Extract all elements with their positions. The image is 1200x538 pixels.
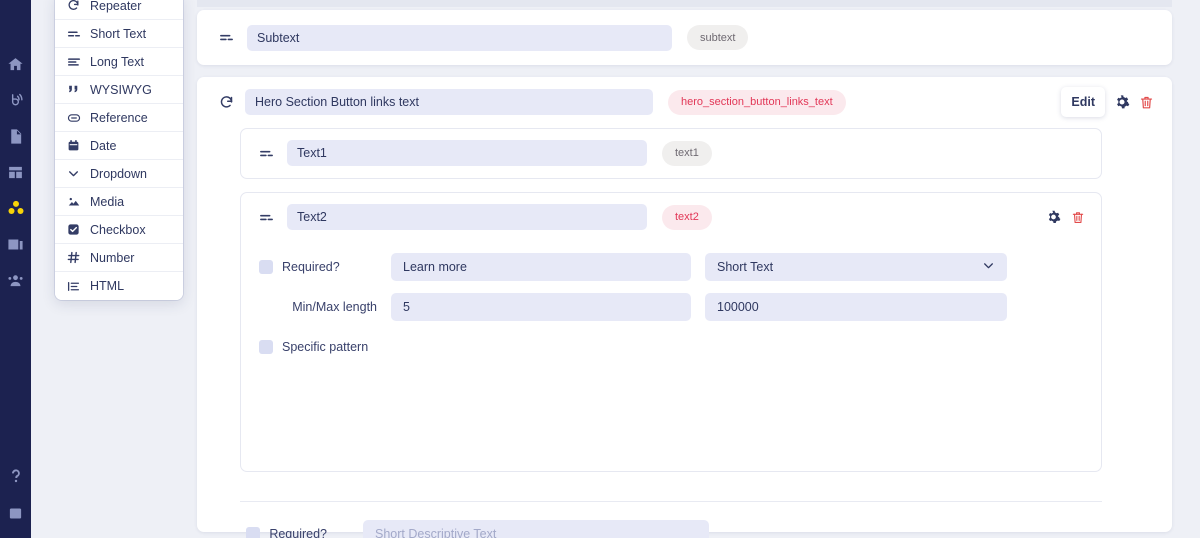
field-type-select[interactable]: Short Text xyxy=(705,253,1007,281)
field-group-hero-section: Hero Section Button links text hero_sect… xyxy=(197,77,1172,538)
subtext-slug-badge: subtext xyxy=(687,25,749,50)
bottom-description-input[interactable]: Short Descriptive Text xyxy=(363,520,709,538)
repeater-settings: Required? Short Descriptive Text Min/Max… xyxy=(197,514,1172,538)
type-item-reference[interactable]: Reference xyxy=(55,104,183,132)
max-length-input[interactable]: 100000 xyxy=(705,293,1007,321)
text2-row-actions xyxy=(1046,210,1085,225)
primary-nav-rail xyxy=(0,0,31,538)
required-label-group: Required? xyxy=(259,260,387,274)
type-item-label: Short Text xyxy=(90,26,147,41)
hero-slug-badge: hero_section_button_links_text xyxy=(668,89,846,115)
panel-icon[interactable] xyxy=(0,496,31,530)
broadcast-icon[interactable] xyxy=(0,82,31,118)
short-text-icon xyxy=(219,30,239,45)
setting-row-minmax-length: Min/Max length 5 100000 xyxy=(259,287,1083,327)
min-length-input[interactable]: 5 xyxy=(391,293,691,321)
main-content: Subtext subtext Hero Section Button link… xyxy=(197,0,1172,538)
type-item-html[interactable]: HTML xyxy=(55,272,183,300)
field-type-menu[interactable]: Repeater Short Text Long Text WYSIWYG Re… xyxy=(55,0,183,300)
chevron-down-icon xyxy=(66,166,81,181)
bottom-row-required: Required? Short Descriptive Text xyxy=(197,514,1172,538)
repeat-icon xyxy=(219,95,239,110)
bottom-required-label-group: Required? xyxy=(197,527,337,538)
text1-header: Text1 text1 xyxy=(241,129,1101,177)
type-item-short-text[interactable]: Short Text xyxy=(55,20,183,48)
pattern-checkbox[interactable] xyxy=(259,340,273,354)
repeat-icon xyxy=(66,0,81,13)
grid-icon[interactable] xyxy=(0,154,31,190)
short-text-icon xyxy=(259,146,279,161)
hero-row-actions: Edit xyxy=(1061,87,1154,117)
text1-name-input[interactable]: Text1 xyxy=(287,140,647,166)
list-icon xyxy=(66,279,81,294)
type-item-label: Date xyxy=(90,138,117,153)
setting-row-pattern: Specific pattern xyxy=(259,327,1083,367)
link-icon xyxy=(66,110,81,125)
long-text-icon xyxy=(66,54,81,69)
type-item-number[interactable]: Number xyxy=(55,244,183,272)
type-item-label: HTML xyxy=(90,279,125,293)
hash-icon xyxy=(66,250,81,265)
type-item-label: Reference xyxy=(90,110,148,125)
hero-name-input[interactable]: Hero Section Button links text xyxy=(245,89,653,115)
type-item-long-text[interactable]: Long Text xyxy=(55,48,183,76)
field-type-value: Short Text xyxy=(717,260,774,274)
type-item-checkbox[interactable]: Checkbox xyxy=(55,216,183,244)
type-item-label: Repeater xyxy=(90,0,142,13)
trash-icon[interactable] xyxy=(1139,95,1154,110)
field-row-text1[interactable]: Text1 text1 xyxy=(240,128,1102,179)
gear-icon[interactable] xyxy=(1114,94,1130,110)
subtext-name-input[interactable]: Subtext xyxy=(247,24,672,51)
type-item-repeater[interactable]: Repeater xyxy=(55,0,183,20)
type-item-label: Long Text xyxy=(90,54,144,69)
field-row-subtext[interactable]: Subtext subtext xyxy=(197,10,1172,65)
media-icon[interactable] xyxy=(0,226,31,262)
text2-slug-badge: text2 xyxy=(662,204,712,230)
type-item-media[interactable]: Media xyxy=(55,188,183,216)
blocks-icon[interactable] xyxy=(0,190,31,226)
document-icon[interactable] xyxy=(0,118,31,154)
gear-icon[interactable] xyxy=(1046,210,1061,225)
required-checkbox[interactable] xyxy=(259,260,273,274)
text2-header: Text2 text2 xyxy=(241,193,1101,241)
chevron-down-icon xyxy=(982,259,995,275)
pattern-label: Specific pattern xyxy=(282,340,369,354)
bottom-required-label: Required? xyxy=(269,527,327,538)
text2-name-input[interactable]: Text2 xyxy=(287,204,647,230)
minmax-length-label: Min/Max length xyxy=(292,300,377,314)
type-item-label: Number xyxy=(90,250,135,265)
checkbox-icon xyxy=(66,222,81,237)
trash-icon[interactable] xyxy=(1071,210,1085,224)
section-divider xyxy=(240,501,1102,502)
bottom-required-checkbox[interactable] xyxy=(246,527,261,538)
short-text-icon xyxy=(259,210,279,225)
type-item-date[interactable]: Date xyxy=(55,132,183,160)
hero-row-header[interactable]: Hero Section Button links text hero_sect… xyxy=(197,77,1172,127)
pattern-label-group: Specific pattern xyxy=(259,340,387,354)
text1-slug-badge: text1 xyxy=(662,140,712,166)
description-input[interactable]: Learn more xyxy=(391,253,691,281)
calendar-icon xyxy=(66,138,81,153)
type-item-wysiwyg[interactable]: WYSIWYG xyxy=(55,76,183,104)
type-item-dropdown[interactable]: Dropdown xyxy=(55,160,183,188)
type-item-label: WYSIWYG xyxy=(90,82,152,97)
home-icon[interactable] xyxy=(0,46,31,82)
app-root: Repeater Short Text Long Text WYSIWYG Re… xyxy=(0,0,1200,538)
type-item-label: Checkbox xyxy=(90,222,146,237)
quote-icon xyxy=(66,82,81,97)
short-text-icon xyxy=(66,26,81,41)
image-icon xyxy=(66,194,81,209)
text2-settings: Required? Learn more Short Text Min/Max … xyxy=(241,241,1101,385)
setting-row-required: Required? Learn more Short Text xyxy=(259,247,1083,287)
type-item-label: Media xyxy=(90,194,125,209)
required-label: Required? xyxy=(282,260,340,274)
type-item-label: Dropdown xyxy=(90,166,147,181)
users-icon[interactable] xyxy=(0,262,31,298)
top-strip xyxy=(197,0,1172,7)
help-icon[interactable] xyxy=(0,456,31,496)
field-row-text2[interactable]: Text2 text2 Required? Learn more Short T… xyxy=(240,192,1102,472)
edit-button[interactable]: Edit xyxy=(1061,87,1105,117)
